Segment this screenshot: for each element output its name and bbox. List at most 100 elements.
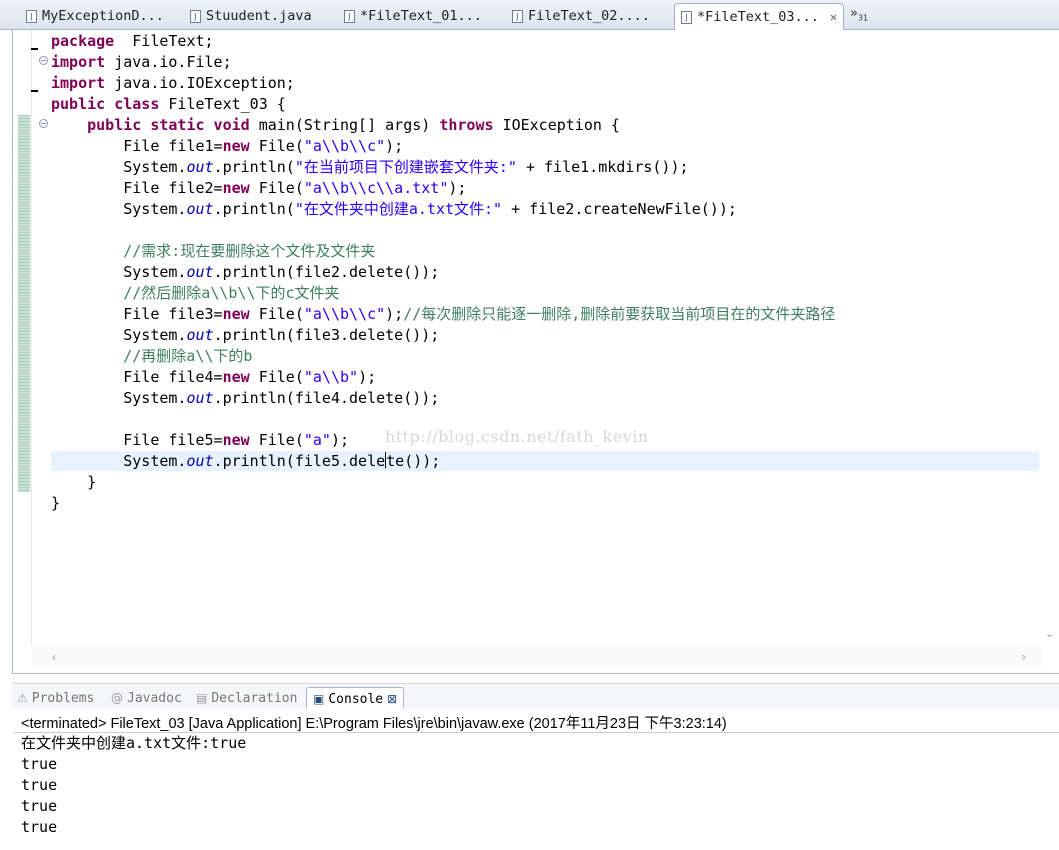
- code-token: java.io.File;: [105, 53, 232, 71]
- code-token: File file2=: [51, 179, 223, 197]
- code-token: );: [358, 368, 377, 386]
- keyword-token: void: [204, 116, 250, 134]
- vertical-scrollbar[interactable]: ⌄: [1041, 30, 1059, 644]
- tab-filetext-03[interactable]: J *FileText_03... ✕: [674, 3, 844, 30]
- comment-token: //然后删除a\\b\\下的c文件夹: [123, 284, 340, 302]
- fold-icon[interactable]: −: [39, 56, 48, 65]
- code-line: package FileText;: [51, 31, 835, 52]
- tab-filetext-01[interactable]: J *FileText_01...: [330, 3, 500, 29]
- scroll-right-icon[interactable]: ›: [1022, 649, 1026, 664]
- code-token: java.io.IOException;: [105, 74, 295, 92]
- code-line: System.out.println(file2.delete());: [51, 262, 835, 283]
- tab-console[interactable]: ▣ Console ⊠: [306, 687, 405, 710]
- code-token: System.: [51, 263, 187, 281]
- declaration-icon: ▤: [196, 691, 208, 705]
- tab-overflow-count: 31: [857, 13, 869, 23]
- close-icon[interactable]: ✕: [830, 10, 837, 24]
- tab-label: Stuudent.java: [206, 8, 312, 24]
- field-token: out: [186, 389, 214, 407]
- code-token: File(: [249, 431, 304, 449]
- javadoc-icon: @: [111, 691, 123, 705]
- tab-label: *FileText_03...: [697, 9, 819, 25]
- keyword-token: static: [141, 116, 205, 134]
- code-line: public static void main(String[] args) t…: [51, 115, 835, 136]
- console-line: true: [21, 776, 58, 794]
- keyword-token: public: [51, 95, 106, 113]
- keyword-token: public: [87, 116, 142, 134]
- code-token: + file2.createNewFile());: [502, 200, 737, 218]
- field-token: out: [186, 200, 214, 218]
- scroll-left-icon[interactable]: ‹: [52, 649, 56, 664]
- code-token: System.: [51, 200, 187, 218]
- code-line: File file1=new File("a\\b\\c");: [51, 136, 835, 157]
- string-token: "a": [303, 431, 331, 449]
- console-output[interactable]: 在文件夹中创建a.txt文件:true true true true true: [21, 733, 246, 838]
- keyword-token: new: [222, 431, 250, 449]
- tab-stuudent[interactable]: J Stuudent.java: [176, 3, 336, 29]
- code-token: System.: [51, 326, 187, 344]
- console-status: <terminated> FileText_03 [Java Applicati…: [21, 716, 727, 732]
- code-token: FileText;: [114, 32, 214, 50]
- string-token: "a\\b\\c": [303, 137, 386, 155]
- code-token: );: [448, 179, 467, 197]
- tab-label: MyExceptionD...: [42, 8, 164, 24]
- tab-label: *FileText_01...: [360, 8, 482, 24]
- string-token: "a\\b\\c\\a.txt": [303, 179, 449, 197]
- code-token: File file5=: [51, 431, 223, 449]
- java-file-icon: J: [344, 9, 355, 23]
- java-file-icon: J: [26, 9, 37, 23]
- code-line: }: [51, 493, 835, 514]
- code-line: import java.io.File;: [51, 52, 835, 73]
- string-token: "在文件夹中创建a.txt文件:": [294, 200, 503, 218]
- tab-declaration[interactable]: ▤ Declaration: [196, 687, 297, 709]
- tab-label: Declaration: [211, 690, 298, 706]
- tab-javadoc[interactable]: @ Javadoc: [111, 687, 182, 709]
- keyword-token: class: [105, 95, 160, 113]
- java-file-icon: J: [681, 10, 692, 24]
- code-token: }: [51, 473, 97, 491]
- change-ruler: [18, 115, 30, 492]
- comment-token: //每次删除只能逐一删除,删除前要获取当前项目在的文件夹路径: [403, 305, 836, 323]
- horizontal-scrollbar[interactable]: ‹ ›: [32, 647, 1042, 667]
- field-token: out: [186, 263, 214, 281]
- code-token: File file4=: [51, 368, 223, 386]
- keyword-token: import: [51, 74, 106, 92]
- code-line: System.out.println("在文件夹中创建a.txt文件:" + f…: [51, 199, 835, 220]
- tab-label: Problems: [31, 690, 95, 706]
- comment-token: //再删除a\\下的b: [123, 347, 253, 365]
- code-token: .println(file4.delete());: [213, 389, 440, 407]
- console-line: true: [21, 818, 58, 836]
- code-token: te());: [386, 452, 441, 470]
- code-line: import java.io.IOException;: [51, 73, 835, 94]
- fold-icon[interactable]: −: [39, 119, 48, 128]
- code-line: //然后删除a\\b\\下的c文件夹: [51, 283, 835, 304]
- java-file-icon: J: [190, 9, 201, 23]
- tab-myexception[interactable]: J MyExceptionD...: [12, 3, 180, 29]
- error-marker: [31, 90, 38, 92]
- tab-filetext-02[interactable]: J FileText_02....: [498, 3, 670, 29]
- console-line: true: [21, 755, 58, 773]
- string-token: "a\\b": [303, 368, 359, 386]
- tab-problems[interactable]: ⚠ Problems: [17, 687, 94, 709]
- tab-overflow-button[interactable]: »31: [850, 6, 868, 23]
- string-token: "在当前项目下创建嵌套文件夹:": [294, 158, 517, 176]
- scroll-down-icon[interactable]: ⌄: [1045, 627, 1054, 640]
- code-line: System.out.println(file5.delete());: [51, 451, 835, 472]
- keyword-token: package: [51, 32, 115, 50]
- tab-label: Console: [328, 691, 384, 707]
- watermark: http://blog.csdn.net/fath_kevin: [385, 427, 649, 446]
- field-token: out: [186, 158, 214, 176]
- code-line: //再删除a\\下的b: [51, 346, 835, 367]
- keyword-token: throws: [439, 116, 494, 134]
- error-marker: [31, 48, 38, 50]
- code-line: }: [51, 472, 835, 493]
- code-token: System.: [51, 452, 187, 470]
- keyword-token: new: [222, 137, 250, 155]
- code-line: File file3=new File("a\\b\\c");//每次删除只能逐…: [51, 304, 835, 325]
- close-icon[interactable]: ⊠: [387, 692, 397, 706]
- code-token: );: [385, 137, 404, 155]
